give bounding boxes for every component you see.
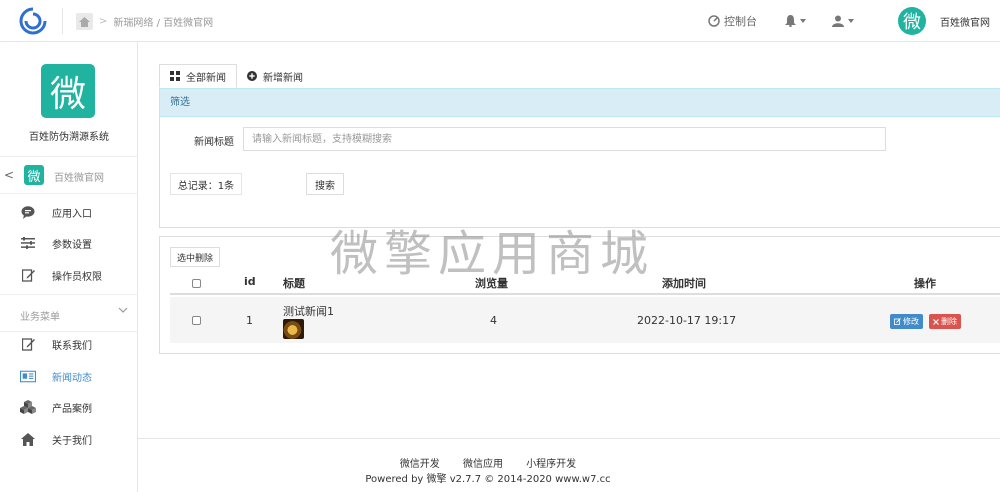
sliders-icon (20, 235, 36, 251)
account-switcher[interactable]: 微 百姓微官网 (898, 7, 990, 35)
sidebar-item-label: 应用入口 (52, 208, 92, 220)
footer-links: 微信开发 微信应用 小程序开发 (138, 455, 838, 470)
footer-link-wechat-dev[interactable]: 微信开发 (400, 459, 440, 470)
section-label: 业务菜单 (20, 312, 60, 323)
powered-by: Powered by 微擎 v2.7.7 © 2014-2020 www.w7.… (365, 474, 611, 485)
tab-label: 全部新闻 (186, 72, 226, 84)
select-all-checkbox[interactable] (192, 279, 201, 288)
divider (62, 8, 63, 34)
app-logo: 微 (41, 64, 95, 118)
news-tabs: 全部新闻 新增新闻 (159, 64, 313, 88)
footer-link-miniprogram-dev[interactable]: 小程序开发 (526, 459, 576, 470)
chevron-left-icon[interactable]: < (4, 168, 14, 182)
console-label: 控制台 (724, 15, 757, 28)
sidebar-item-product-cases[interactable]: 产品案例 (0, 393, 138, 421)
cubes-icon (20, 399, 36, 415)
title-search-input[interactable] (243, 127, 886, 151)
delete-button[interactable]: 删除 (929, 314, 961, 329)
sidebar-item-settings[interactable]: 参数设置 (0, 229, 138, 257)
total-count: 总记录：1条 (170, 173, 242, 195)
search-button[interactable]: 搜索 (306, 173, 344, 195)
tab-label: 新增新闻 (263, 72, 303, 84)
column-header-added-time: 添加时间 (662, 277, 706, 290)
sidebar-item-label: 产品案例 (52, 403, 92, 415)
column-header-actions: 操作 (914, 277, 936, 290)
filter-heading: 筛选 (160, 89, 1000, 117)
delete-selected-button[interactable]: 选中删除 (170, 247, 221, 267)
edit-icon (20, 336, 36, 352)
business-menu-section[interactable]: 业务菜单 (0, 294, 138, 332)
tab-add-news[interactable]: 新增新闻 (237, 64, 313, 88)
column-header-title: 标题 (283, 277, 305, 290)
home-icon (20, 431, 36, 447)
footer: 微信开发 微信应用 小程序开发 Powered by 微擎 v2.7.7 © 2… (138, 438, 1000, 492)
chat-bubble-icon (20, 204, 36, 220)
plus-circle-icon (247, 71, 257, 81)
dashboard-icon (708, 15, 720, 27)
sidebar-item-label: 参数设置 (52, 239, 92, 251)
user-icon (832, 15, 844, 27)
account-row[interactable]: < 微 百姓微官网 (0, 156, 138, 194)
avatar: 微 (898, 7, 926, 35)
footer-link-wechat-apps[interactable]: 微信应用 (463, 459, 503, 470)
edit-icon (894, 318, 901, 325)
home-icon[interactable] (76, 13, 93, 30)
account-logo: 微 (24, 165, 44, 185)
chevron-down-icon[interactable] (118, 306, 128, 314)
account-name: 百姓微官网 (54, 173, 104, 184)
newspaper-icon (20, 368, 36, 384)
sidebar-item-operator-permissions[interactable]: 操作员权限 (0, 261, 138, 289)
sidebar-item-label: 操作员权限 (52, 271, 102, 283)
tab-all-news[interactable]: 全部新闻 (159, 64, 237, 88)
column-header-id: id (244, 275, 256, 288)
filter-panel: 筛选 新闻标题 总记录：1条 搜索 (159, 88, 1000, 228)
account-name: 百姓微官网 (940, 17, 990, 29)
breadcrumb-chevron-icon: > (99, 16, 108, 27)
delete-label: 删除 (941, 317, 957, 326)
sidebar-item-contact[interactable]: 联系我们 (0, 330, 138, 358)
row-title: 测试新闻1 (283, 305, 334, 318)
user-menu[interactable] (832, 15, 854, 27)
grid-icon (170, 71, 180, 81)
row-id: 1 (246, 314, 253, 327)
notifications-menu[interactable] (785, 15, 806, 27)
edit-icon (20, 267, 36, 283)
chevron-down-icon (800, 19, 806, 23)
sidebar-item-label: 新闻动态 (52, 372, 92, 384)
edit-label: 修改 (903, 317, 919, 326)
table-header: id 标题 浏览量 添加时间 操作 (170, 271, 1000, 295)
sidebar-item-news[interactable]: 新闻动态 (0, 362, 138, 390)
chevron-down-icon (848, 19, 854, 23)
top-right-nav: 控制台 微 百姓微官网 (708, 0, 1000, 42)
column-header-views: 浏览量 (475, 277, 508, 290)
sidebar-item-label: 联系我们 (52, 340, 92, 352)
top-bar: > 新瑞网络 / 百姓微官网 控制台 微 百姓微官网 (0, 0, 1000, 42)
breadcrumb-path[interactable]: 新瑞网络 / 百姓微官网 (113, 14, 213, 29)
sidebar: 微 百姓防伪溯源系统 < 微 百姓微官网 应用入口 参数设置 操作员权限 业务菜… (0, 42, 138, 492)
edit-button[interactable]: 修改 (890, 314, 923, 329)
title-filter-label: 新闻标题 (194, 137, 234, 148)
close-icon (933, 318, 939, 325)
row-checkbox[interactable] (192, 316, 201, 325)
table-row: 1 测试新闻1 4 2022-10-17 19:17 修改 删除 (170, 297, 1000, 343)
breadcrumb: > 新瑞网络 / 百姓微官网 (76, 13, 213, 30)
row-added-time: 2022-10-17 19:17 (637, 314, 737, 327)
news-thumbnail (283, 319, 304, 339)
news-table-panel: 选中删除 id 标题 浏览量 添加时间 操作 1 测试新闻1 4 2022-10… (159, 236, 1000, 354)
sidebar-item-about-us[interactable]: 关于我们 (0, 425, 138, 453)
bell-icon (785, 15, 796, 27)
sidebar-item-app-entry[interactable]: 应用入口 (0, 198, 138, 226)
console-link[interactable]: 控制台 (708, 13, 757, 29)
sidebar-item-label: 关于我们 (52, 435, 92, 447)
row-views: 4 (490, 314, 497, 327)
app-name: 百姓防伪溯源系统 (29, 132, 109, 143)
brand-logo-icon[interactable] (18, 6, 48, 36)
